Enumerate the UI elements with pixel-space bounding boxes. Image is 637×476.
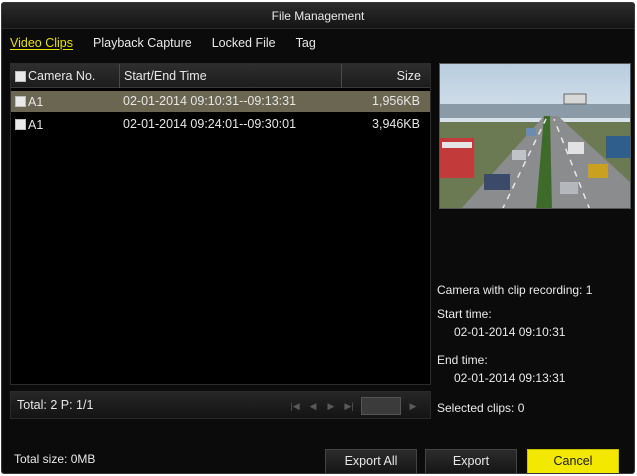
row-camera: A1 xyxy=(28,117,44,132)
tab-video-clips[interactable]: Video Clips xyxy=(6,36,77,54)
column-camera-label: Camera No. xyxy=(28,69,96,83)
export-all-button[interactable]: Export All xyxy=(325,449,417,473)
row-time: 02-01-2014 09:10:31--09:13:31 xyxy=(123,94,297,108)
go-page-icon[interactable]: ▶ xyxy=(407,400,419,412)
cancel-button[interactable]: Cancel xyxy=(527,449,619,473)
tab-bar: Video Clips Playback Capture Locked File… xyxy=(6,36,332,54)
column-camera-no[interactable]: Camera No. xyxy=(15,64,115,88)
last-page-icon[interactable]: ▶| xyxy=(343,400,355,412)
table-row[interactable]: A1 02-01-2014 09:10:31--09:13:31 1,956KB xyxy=(11,91,430,112)
clip-table: Camera No. Start/End Time Size A1 02-01-… xyxy=(10,63,431,385)
first-page-icon[interactable]: |◀ xyxy=(289,400,301,412)
total-page-count: Total: 2 P: 1/1 xyxy=(17,398,94,412)
table-status-bar: Total: 2 P: 1/1 |◀ ◀ ▶ ▶| ▶ xyxy=(10,391,431,419)
row-size: 3,946KB xyxy=(372,117,420,131)
table-row[interactable]: A1 02-01-2014 09:24:01--09:30:01 3,946KB xyxy=(11,114,430,135)
row-camera-cell: A1 xyxy=(15,91,43,112)
selected-clips-count: Selected clips: 0 xyxy=(437,401,525,415)
tab-playback-capture[interactable]: Playback Capture xyxy=(89,36,196,54)
end-time-label: End time: xyxy=(437,353,488,367)
camera-recording-count: Camera with clip recording: 1 xyxy=(437,283,593,297)
start-time-label: Start time: xyxy=(437,307,492,321)
row-camera-cell: A1 xyxy=(15,114,43,135)
file-management-window: File Management Video Clips Playback Cap… xyxy=(1,2,635,474)
select-all-checkbox[interactable] xyxy=(15,70,26,82)
export-button[interactable]: Export xyxy=(425,449,517,473)
tab-locked-file[interactable]: Locked File xyxy=(208,36,280,54)
column-start-end-time[interactable]: Start/End Time xyxy=(119,64,339,88)
tab-tag[interactable]: Tag xyxy=(292,36,320,54)
clip-preview-image xyxy=(439,63,631,209)
row-time: 02-01-2014 09:24:01--09:30:01 xyxy=(123,117,297,131)
row-checkbox[interactable] xyxy=(15,119,26,130)
column-size[interactable]: Size xyxy=(341,64,431,88)
start-time-value: 02-01-2014 09:10:31 xyxy=(454,325,566,339)
highway-preview-picture xyxy=(440,64,630,208)
table-header: Camera No. Start/End Time Size xyxy=(11,64,430,88)
next-page-icon[interactable]: ▶ xyxy=(325,400,337,412)
row-size: 1,956KB xyxy=(372,94,420,108)
window-title: File Management xyxy=(2,3,634,29)
row-checkbox[interactable] xyxy=(15,96,26,107)
end-time-value: 02-01-2014 09:13:31 xyxy=(454,371,566,385)
total-size: Total size: 0MB xyxy=(14,452,96,466)
row-camera: A1 xyxy=(28,94,44,109)
page-number-input[interactable] xyxy=(361,397,401,415)
previous-page-icon[interactable]: ◀ xyxy=(307,400,319,412)
pager: |◀ ◀ ▶ ▶| ▶ xyxy=(289,397,419,415)
